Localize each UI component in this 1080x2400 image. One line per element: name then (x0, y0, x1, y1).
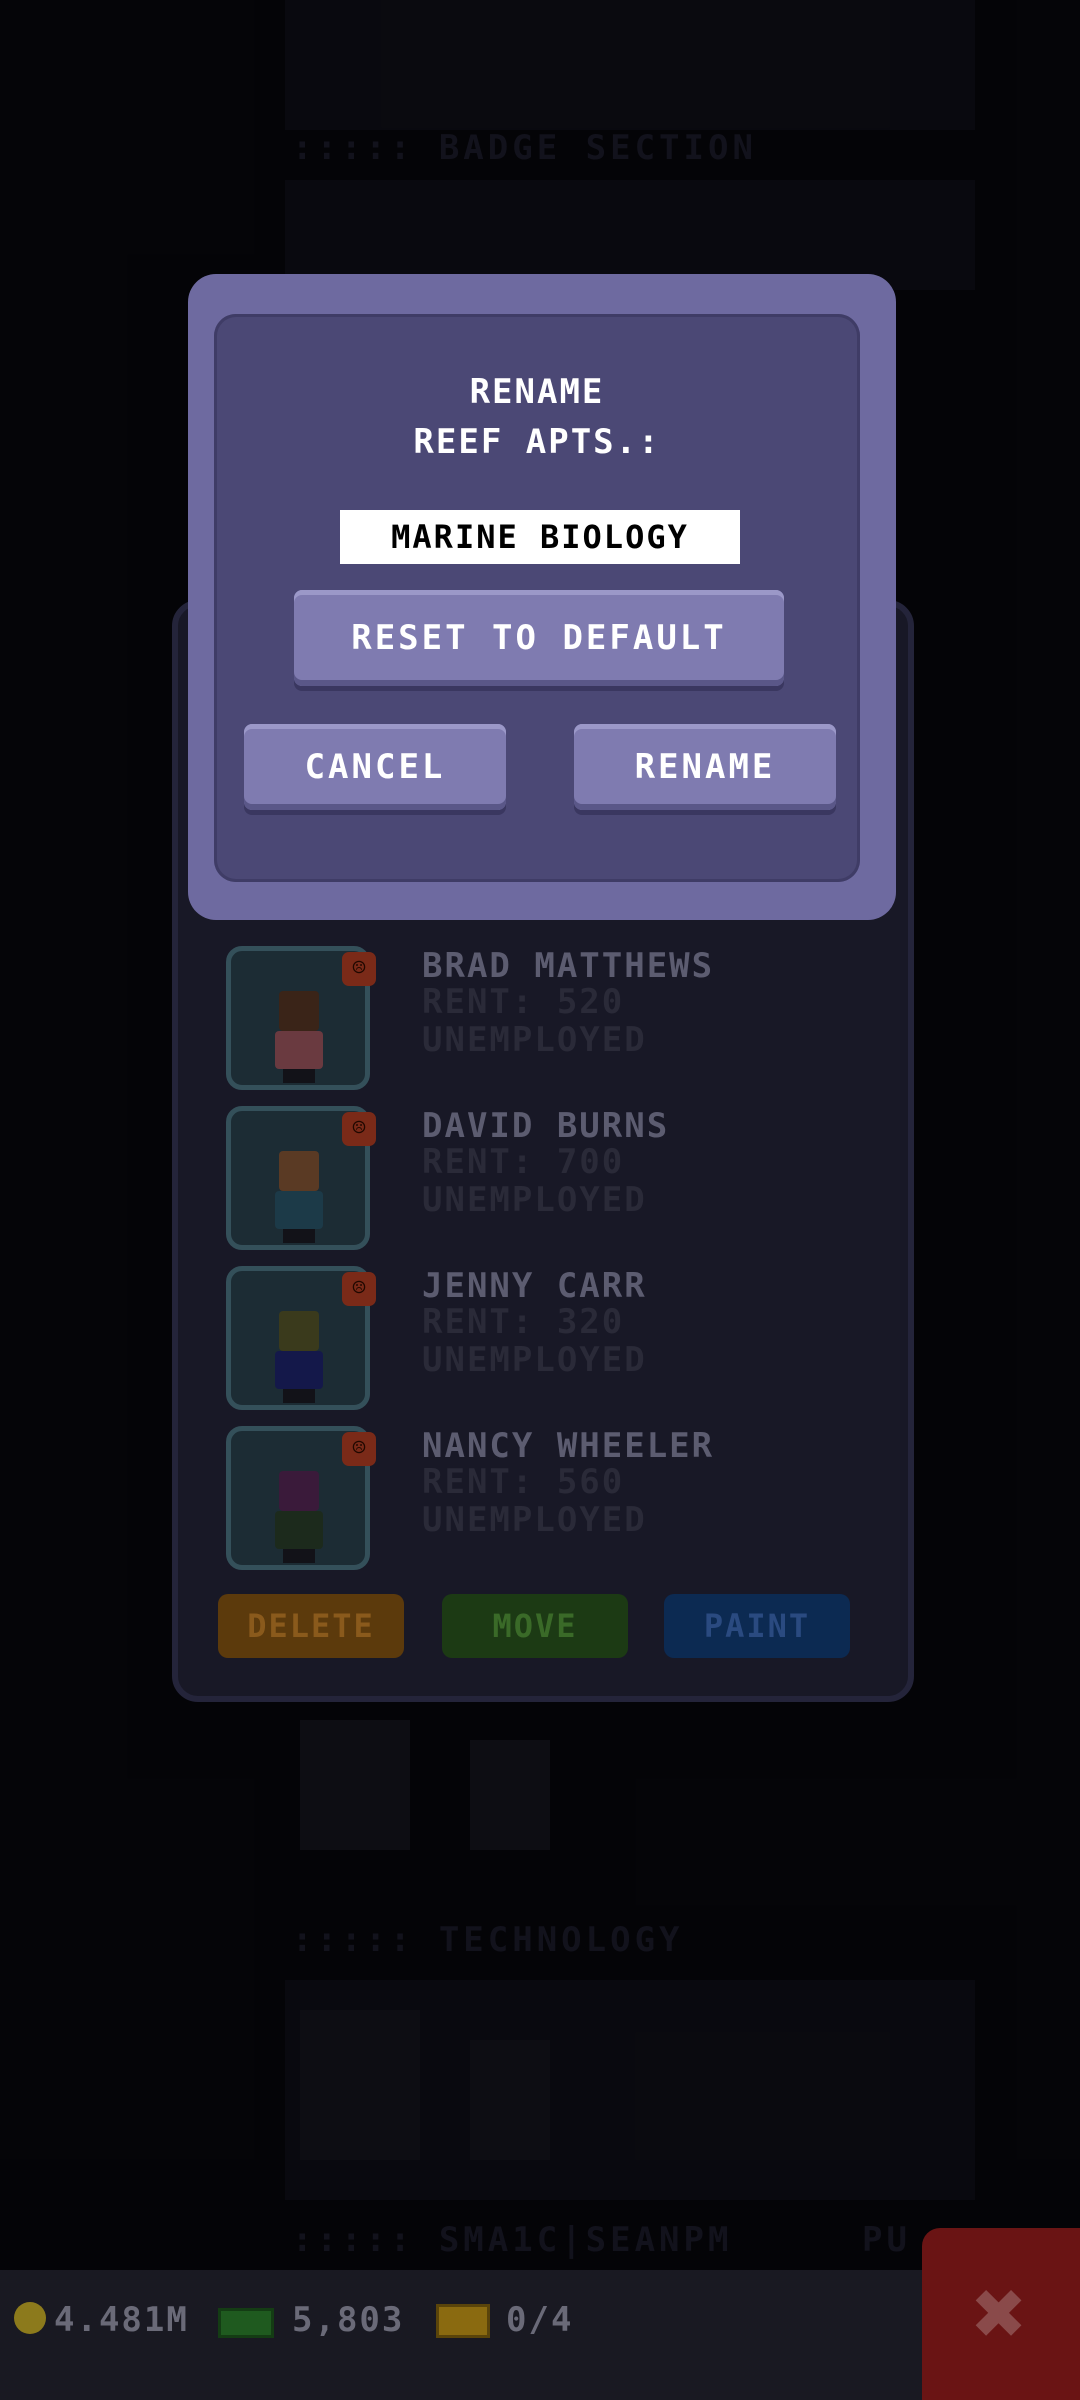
sad-face-icon: ☹ (342, 1272, 376, 1306)
resident-job: UNEMPLOYED (422, 1340, 647, 1380)
resident-row[interactable]: ☹ NANCY WHEELER RENT: 560 UNEMPLOYED (226, 1426, 866, 1576)
close-button[interactable]: ✖ (922, 2228, 1080, 2400)
resident-sprite (279, 1471, 319, 1511)
rename-button[interactable]: RENAME (574, 724, 836, 810)
resident-name: DAVID BURNS (422, 1106, 670, 1146)
dialog-subtitle: REEF APTS.: (413, 422, 661, 462)
resident-rent: RENT: 560 (422, 1462, 625, 1502)
sad-face-icon: ☹ (342, 952, 376, 986)
move-button[interactable]: MOVE (442, 1594, 628, 1658)
dialog-title: RENAME (469, 372, 605, 412)
resident-job: UNEMPLOYED (422, 1180, 647, 1220)
status-bar: 4.481M 5,803 0/4 (0, 2270, 1080, 2400)
resident-rent: RENT: 320 (422, 1302, 625, 1342)
tickets-count: 0/4 (506, 2300, 574, 2340)
resident-sprite (279, 1311, 319, 1351)
resident-name: JENNY CARR (422, 1266, 647, 1306)
sad-face-icon: ☹ (342, 1432, 376, 1466)
coins-count: 4.481M (54, 2300, 189, 2340)
resident-sprite (279, 1151, 319, 1191)
paint-button[interactable]: PAINT (664, 1594, 850, 1658)
resident-rent: RENT: 520 (422, 982, 625, 1022)
cancel-button[interactable]: CANCEL (244, 724, 506, 810)
bux-count: 5,803 (292, 2300, 405, 2340)
rename-dialog: RENAME REEF APTS.: RESET TO DEFAULT CANC… (188, 274, 896, 920)
resident-name: NANCY WHEELER (422, 1426, 715, 1466)
tower-name-input[interactable] (340, 510, 740, 564)
delete-button[interactable]: DELETE (218, 1594, 404, 1658)
ticket-icon (436, 2304, 490, 2338)
resident-row[interactable]: ☹ JENNY CARR RENT: 320 UNEMPLOYED (226, 1266, 866, 1416)
coin-icon (14, 2302, 46, 2334)
resident-sprite (279, 991, 319, 1031)
resident-rent: RENT: 700 (422, 1142, 625, 1182)
resident-job: UNEMPLOYED (422, 1020, 647, 1060)
resident-job: UNEMPLOYED (422, 1500, 647, 1540)
resident-name: BRAD MATTHEWS (422, 946, 715, 986)
resident-row[interactable]: ☹ DAVID BURNS RENT: 700 UNEMPLOYED (226, 1106, 866, 1256)
reset-to-default-button[interactable]: RESET TO DEFAULT (294, 590, 784, 686)
sad-face-icon: ☹ (342, 1112, 376, 1146)
close-icon: ✖ (972, 2261, 1030, 2366)
rename-dialog-body: RENAME REEF APTS.: RESET TO DEFAULT CANC… (214, 314, 860, 882)
bux-icon (218, 2308, 274, 2338)
resident-row[interactable]: ☹ BRAD MATTHEWS RENT: 520 UNEMPLOYED (226, 946, 866, 1096)
